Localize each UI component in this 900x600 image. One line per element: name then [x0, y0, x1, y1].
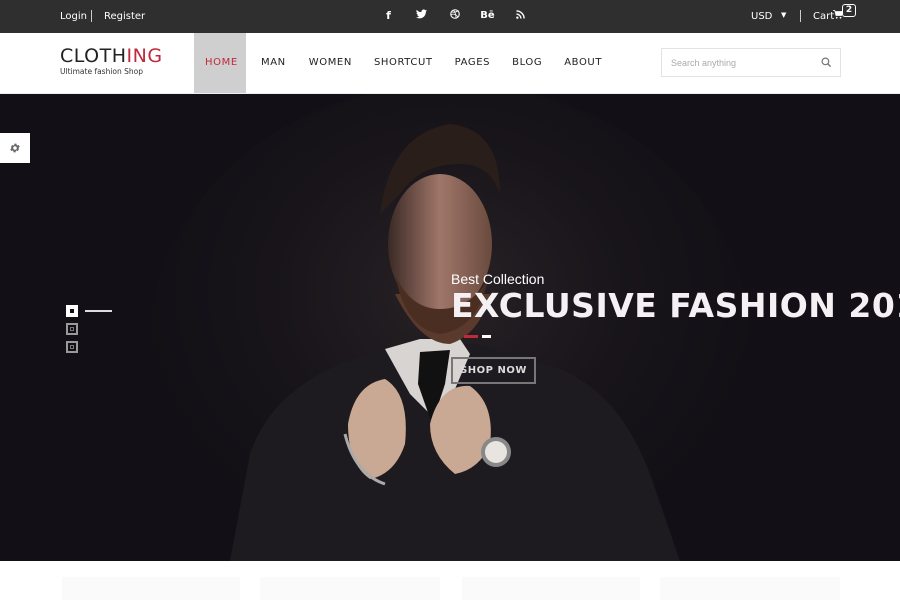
chevron-down-icon[interactable]: ▼	[781, 11, 786, 19]
search-icon[interactable]	[821, 57, 832, 68]
rss-icon[interactable]	[504, 8, 537, 24]
nav-item-about[interactable]: ABOUT	[553, 33, 613, 93]
featured-section	[0, 561, 900, 600]
twitter-icon[interactable]	[405, 8, 438, 24]
divider	[91, 10, 92, 22]
gear-icon	[10, 143, 20, 153]
behance-icon[interactable]: Bē	[471, 8, 504, 24]
nav-item-home[interactable]: HOME	[194, 33, 246, 93]
currency-select[interactable]: USD	[751, 11, 772, 22]
hero-slider: Best Collection EXCLUSIVE FASHION 2016 S…	[0, 94, 900, 561]
search-box	[661, 48, 841, 77]
accent-divider	[464, 335, 478, 338]
hero-headline: EXCLUSIVE FASHION 2016	[451, 286, 900, 325]
feature-card[interactable]	[62, 577, 240, 600]
feature-card[interactable]	[462, 577, 640, 600]
logo-tagline: Ultimate fashion Shop	[60, 67, 144, 76]
main-header: CLOTHING Ultimate fashion Shop HOME MAN …	[0, 33, 900, 94]
register-link[interactable]: Register	[104, 11, 145, 22]
logo-text: CLOTH	[60, 45, 127, 67]
shop-now-button[interactable]: SHOP NOW	[451, 357, 536, 384]
nav-item-pages[interactable]: PAGES	[444, 33, 501, 93]
nav-item-women[interactable]: WOMEN	[298, 33, 363, 93]
social-links: f Bē	[372, 8, 537, 24]
divider	[482, 335, 491, 338]
cart-count-badge: 2	[842, 4, 856, 17]
slide-dot-2[interactable]	[66, 323, 78, 335]
nav-item-blog[interactable]: BLOG	[501, 33, 553, 93]
slider-pagination	[66, 305, 112, 359]
slide-dot-3[interactable]	[66, 341, 78, 353]
logo[interactable]: CLOTHING	[60, 45, 163, 67]
slide-dot-1[interactable]	[66, 305, 78, 317]
search-input[interactable]	[662, 49, 812, 76]
main-nav: HOME MAN WOMEN SHORTCUT PAGES BLOG ABOUT	[194, 33, 613, 93]
settings-button[interactable]	[0, 133, 30, 163]
nav-item-shortcut[interactable]: SHORTCUT	[363, 33, 444, 93]
hero-image	[0, 94, 900, 561]
divider	[800, 10, 801, 22]
facebook-icon[interactable]: f	[372, 8, 405, 24]
hero-kicker: Best Collection	[451, 271, 545, 287]
feature-card[interactable]	[260, 577, 440, 600]
dribbble-icon[interactable]	[438, 8, 471, 24]
feature-card[interactable]	[660, 577, 840, 600]
nav-item-man[interactable]: MAN	[246, 33, 298, 93]
active-slide-indicator	[85, 310, 112, 312]
logo-accent: ING	[126, 45, 163, 67]
login-link[interactable]: Login	[60, 11, 87, 22]
cart-link[interactable]: Cart	[813, 11, 834, 22]
top-bar: Login Register f Bē USD ▼ Cart 2	[0, 0, 900, 33]
